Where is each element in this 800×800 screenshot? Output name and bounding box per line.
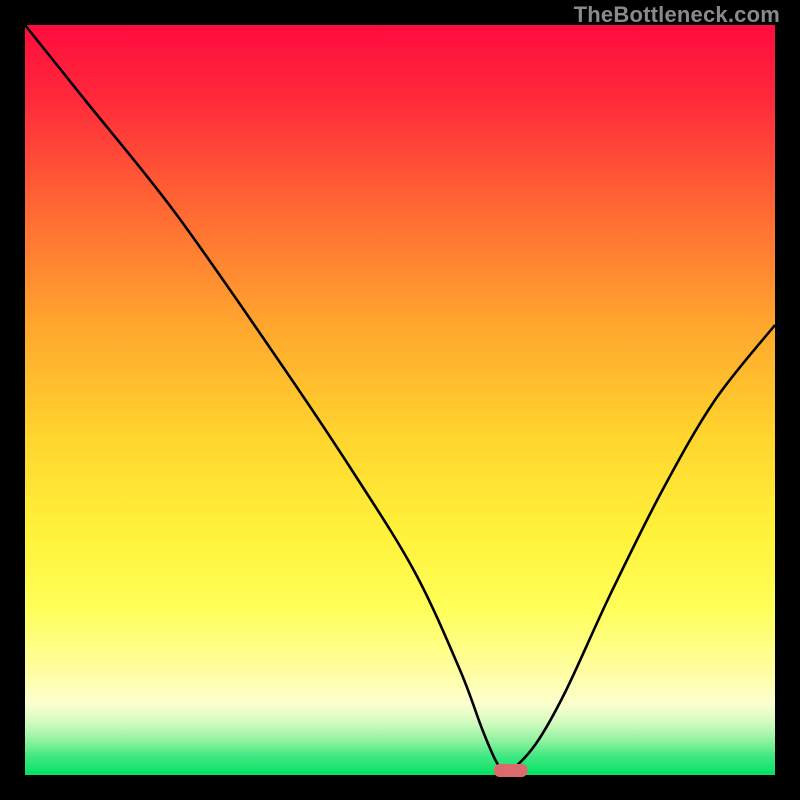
chart-stage: TheBottleneck.com: [0, 0, 800, 800]
chart-svg: [0, 0, 800, 800]
plot-gradient: [25, 25, 775, 775]
watermark-text: TheBottleneck.com: [574, 2, 780, 28]
baseline: [25, 771, 775, 775]
optimal-marker: [494, 764, 528, 777]
